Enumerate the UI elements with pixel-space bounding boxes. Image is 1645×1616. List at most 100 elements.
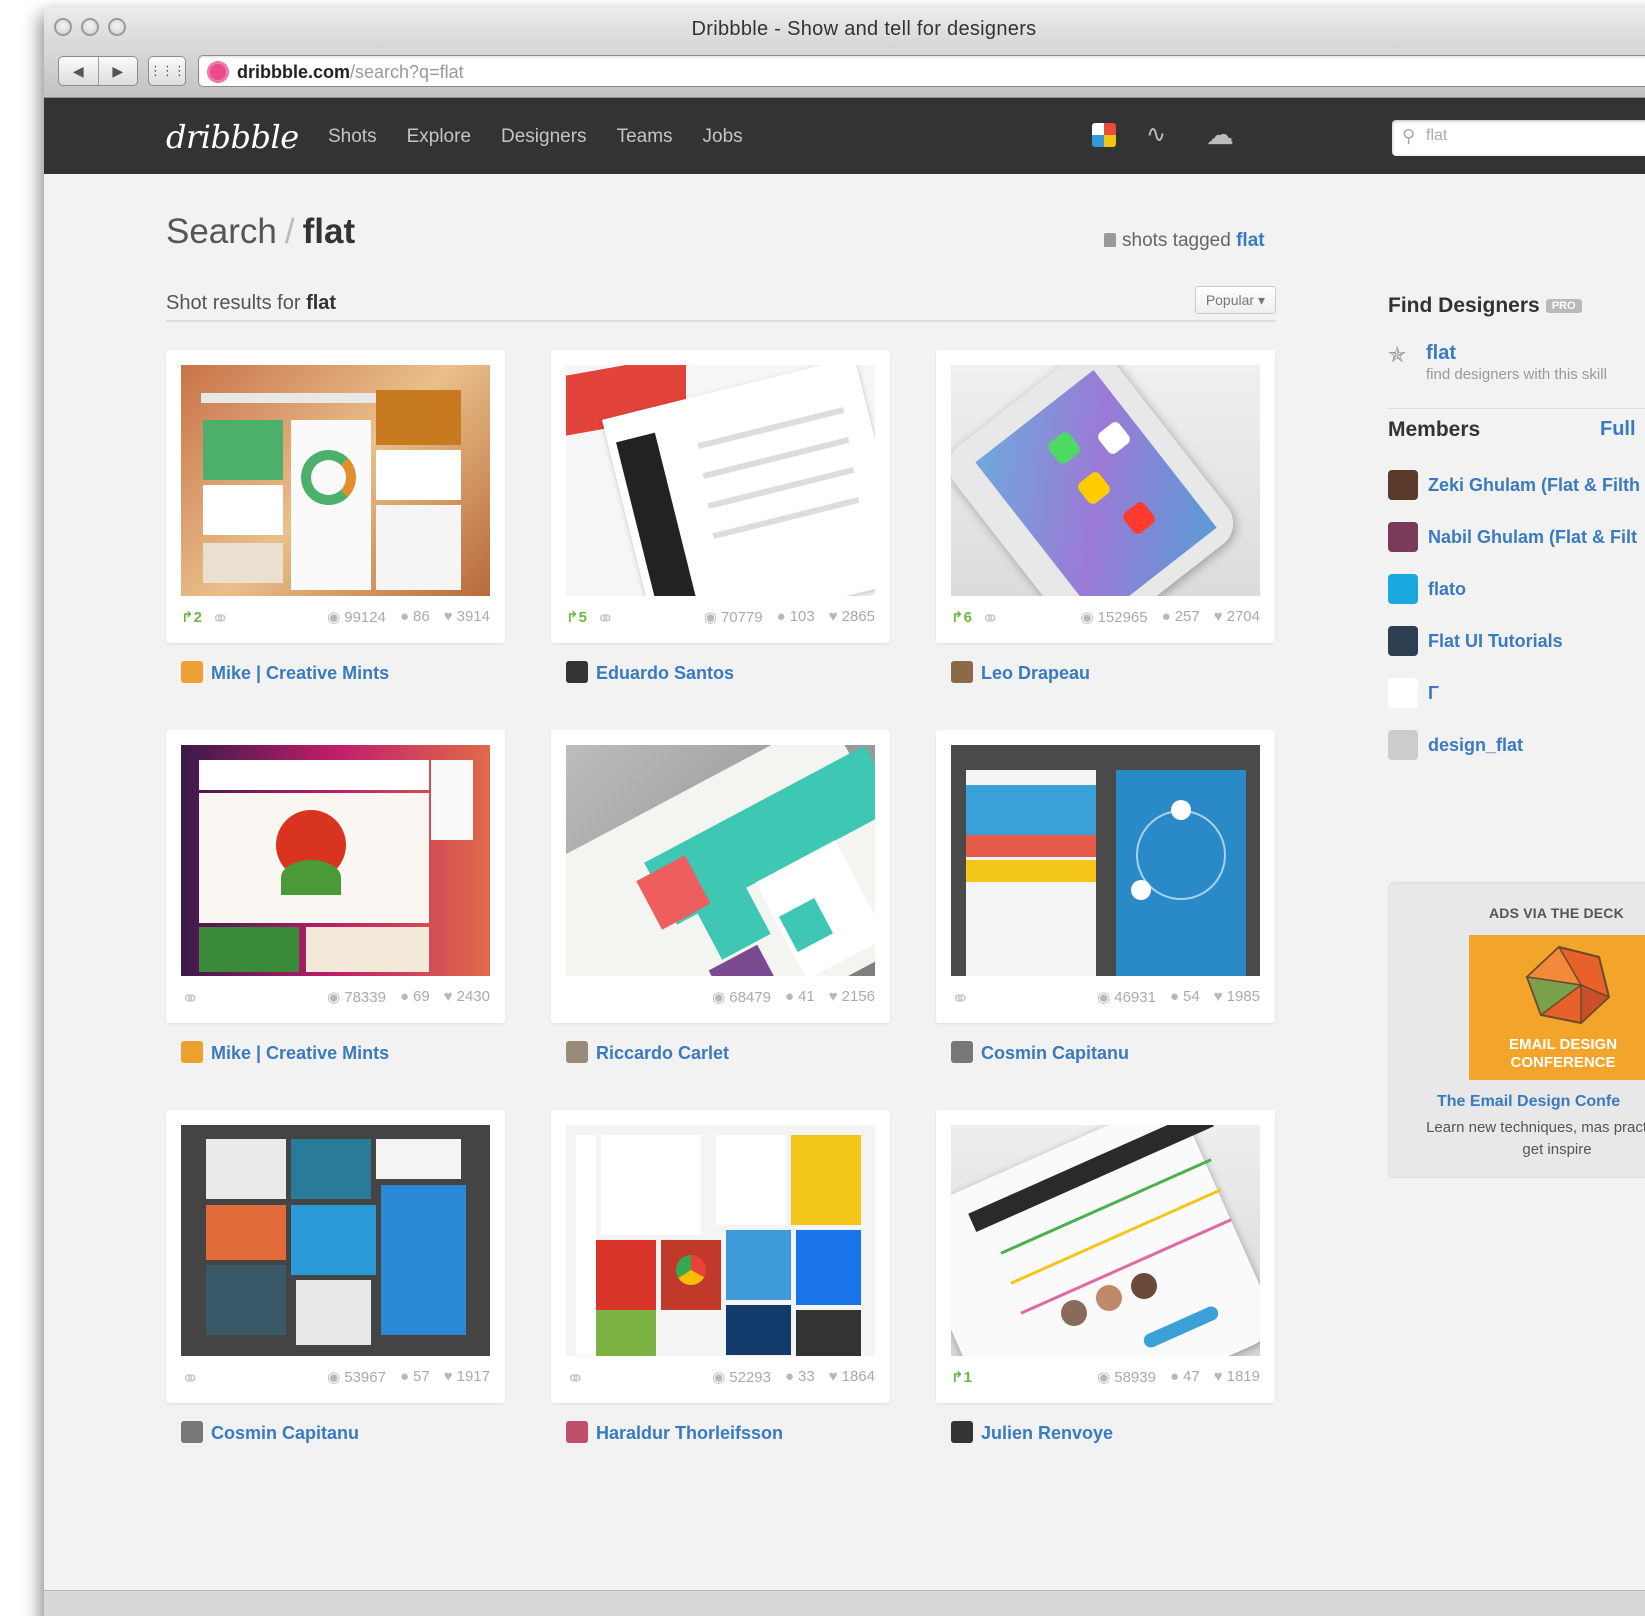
attachment-icon[interactable]: ⚭ [211,606,229,632]
shot-card[interactable]: ⚭ ◉ 52293 ● 33 ♥ 1864 [551,1110,890,1403]
likes-stat[interactable]: ♥ 2865 [829,608,875,626]
shot-author[interactable]: Mike | Creative Mints [181,661,389,684]
attachment-icon[interactable]: ⚭ [596,606,614,632]
shot-card[interactable]: ↱6 ⚭ ◉ 152965 ● 257 ♥ 2704 [936,350,1275,643]
sort-dropdown[interactable]: Popular ▾ [1194,286,1276,314]
member-name[interactable]: design_flat [1428,735,1523,756]
shot-thumbnail[interactable] [951,745,1260,976]
comments-stat[interactable]: ● 257 [1162,608,1200,626]
rebound-value: 5 [578,609,587,626]
rebound-count[interactable]: ↱2 [181,608,202,626]
close-window-button[interactable] [54,18,72,36]
nav-link-explore[interactable]: Explore [407,126,471,148]
full-search-link[interactable]: Full [1600,418,1636,441]
shot-thumbnail[interactable] [951,365,1260,596]
shot-thumbnail[interactable] [951,1125,1260,1356]
attachment-icon[interactable]: ⚭ [566,1366,584,1392]
likes-stat[interactable]: ♥ 3914 [444,608,490,626]
shot-author[interactable]: Eduardo Santos [566,661,734,684]
shot-card[interactable]: ⚭ ◉ 46931 ● 54 ♥ 1985 [936,730,1275,1023]
shot-card[interactable]: ↱1 ◉ 58939 ● 47 ♥ 1819 [936,1110,1275,1403]
member-name[interactable]: Nabil Ghulam (Flat & Filt [1428,527,1637,548]
nav-link-jobs[interactable]: Jobs [703,126,743,148]
likes-count: 1985 [1226,988,1260,1005]
nav-link-designers[interactable]: Designers [501,126,587,148]
comments-stat[interactable]: ● 86 [400,608,430,626]
likes-stat[interactable]: ♥ 1819 [1214,1368,1260,1386]
top-sites-button[interactable]: ⋮⋮⋮ [148,56,186,86]
shot-author[interactable]: Mike | Creative Mints [181,1041,389,1064]
likes-stat[interactable]: ♥ 2430 [444,988,490,1006]
heart-icon: ♥ [443,608,453,625]
activity-icon[interactable]: ∿ [1146,122,1176,148]
attachment-icon[interactable]: ⚭ [181,1366,199,1392]
attachment-icon[interactable]: ⚭ [951,986,969,1012]
likes-stat[interactable]: ♥ 2156 [829,988,875,1006]
shot-author[interactable]: Julien Renvoye [951,1421,1113,1444]
member-name[interactable]: Flat UI Tutorials [1428,631,1563,652]
search-input[interactable] [1426,127,1626,145]
shot-item: ◉ 68479 ● 41 ♥ 2156 Riccardo Carlet [551,730,890,1063]
results-prefix: Shot results for [166,292,301,314]
likes-stat[interactable]: ♥ 1917 [444,1368,490,1386]
author-name: Mike | Creative Mints [211,663,390,683]
member-name[interactable]: flato [1428,579,1466,600]
comments-stat[interactable]: ● 41 [785,988,815,1006]
zoom-window-button[interactable] [108,18,126,36]
shots-grid-icon[interactable] [1092,123,1116,147]
rebound-count[interactable]: ↱1 [951,1368,972,1386]
shot-author[interactable]: Haraldur Thorleifsson [566,1421,783,1444]
dribbble-logo[interactable]: dribbble [166,118,299,156]
shot-thumbnail[interactable] [181,745,490,976]
svg-text:EMAIL DESIGN: EMAIL DESIGN [1509,1036,1617,1053]
shot-thumbnail[interactable] [181,1125,490,1356]
comments-stat[interactable]: ● 69 [400,988,430,1006]
comments-stat[interactable]: ● 54 [1170,988,1200,1006]
likes-count: 1864 [841,1368,875,1385]
back-button[interactable]: ◀ [59,57,99,85]
address-bar[interactable]: dribbble.com/search?q=flat [198,55,1645,87]
shot-thumbnail[interactable] [566,1125,875,1356]
shot-author[interactable]: Riccardo Carlet [566,1041,729,1064]
ad-description: Learn new techniques, mas practices & ge… [1426,1119,1645,1158]
shot-thumbnail[interactable] [181,365,490,596]
skill-link[interactable]: flat [1426,342,1456,365]
ad-title-link[interactable]: The Email Design Confe [1437,1093,1620,1111]
likes-stat[interactable]: ♥ 1864 [829,1368,875,1386]
rebound-count[interactable]: ↱5 [566,608,587,626]
member-name[interactable]: Γ [1428,683,1439,704]
attachment-icon[interactable]: ⚭ [181,986,199,1012]
shot-card[interactable]: ⚭ ◉ 78339 ● 69 ♥ 2430 [166,730,505,1023]
shot-thumbnail[interactable] [566,745,875,976]
browser-window: Dribbble - Show and tell for designers ◀… [44,8,1645,1616]
shot-item: ⚭ ◉ 46931 ● 54 ♥ 1985 Cosmin Capitanu [936,730,1275,1063]
shot-author[interactable]: Cosmin Capitanu [951,1041,1129,1064]
forward-button[interactable]: ▶ [99,57,138,85]
author-name: Haraldur Thorleifsson [596,1423,784,1443]
upload-cloud-icon[interactable]: ☁ [1206,121,1236,149]
shot-card[interactable]: ◉ 68479 ● 41 ♥ 2156 [551,730,890,1023]
likes-stat[interactable]: ♥ 1985 [1214,988,1260,1006]
heading-separator: / [284,212,295,251]
comments-stat[interactable]: ● 33 [785,1368,815,1386]
shot-thumbnail[interactable] [566,365,875,596]
attachment-icon[interactable]: ⚭ [981,606,999,632]
shot-author[interactable]: Cosmin Capitanu [181,1421,359,1444]
shot-author[interactable]: Leo Drapeau [951,661,1090,684]
rebound-count[interactable]: ↱6 [951,608,972,626]
ad-box: ADS VIA THE DECK EMAIL DESIGN CONFERENCE… [1388,882,1645,1178]
tagged-term-link[interactable]: flat [1236,230,1265,251]
member-name[interactable]: Zeki Ghulam (Flat & Filth [1428,475,1640,496]
nav-link-teams[interactable]: Teams [617,126,673,148]
nav-link-shots[interactable]: Shots [328,126,377,148]
ad-image[interactable]: EMAIL DESIGN CONFERENCE [1469,935,1645,1080]
comments-stat[interactable]: ● 57 [400,1368,430,1386]
comments-stat[interactable]: ● 103 [777,608,815,626]
shot-card[interactable]: ↱2 ⚭ ◉ 99124 ● 86 ♥ 3914 [166,350,505,643]
shot-card[interactable]: ↱5 ⚭ ◉ 70779 ● 103 ♥ 2865 [551,350,890,643]
shot-card[interactable]: ⚭ ◉ 53967 ● 57 ♥ 1917 [166,1110,505,1403]
likes-stat[interactable]: ♥ 2704 [1214,608,1260,626]
comments-stat[interactable]: ● 47 [1170,1368,1200,1386]
site-search[interactable]: ⚲ [1392,120,1645,156]
minimize-window-button[interactable] [81,18,99,36]
